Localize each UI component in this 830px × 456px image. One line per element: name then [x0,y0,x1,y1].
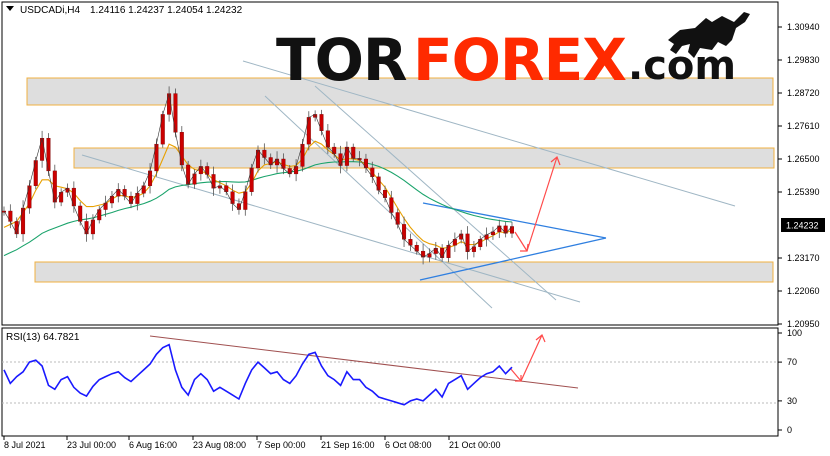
price-tick-label: 1.27610 [787,121,820,131]
candle-body [160,114,165,145]
rsi-tick-label: 100 [787,328,802,338]
price-tick-label: 1.25390 [787,187,820,197]
rsi-tick-label: 30 [787,396,797,406]
symbol-label: USDCADi,H4 [20,5,80,16]
time-tick-label: 21 Sep 16:00 [321,440,375,450]
time-tick-label: 6 Oct 08:00 [385,440,432,450]
time-tick-label: 23 Jul 00:00 [67,440,116,450]
candle-body [402,224,407,240]
candle-body [27,185,32,209]
price-axis: 1.30940 1.29830 1.28720 1.27610 1.26500 1.253… [778,22,820,329]
time-tick-label: 8 Jul 2021 [4,440,46,450]
candle-body [148,170,153,186]
rsi-tick-label: 70 [787,357,797,367]
logo-com: .com [628,43,736,89]
support-zone-lower [34,261,774,283]
price-tick-label: 1.29830 [787,55,820,65]
time-tick-label: 6 Aug 16:00 [129,440,177,450]
time-tick-label: 21 Oct 00:00 [449,440,501,450]
time-tick-label: 23 Aug 08:00 [193,440,246,450]
rsi-label: RSI(13) 64.7821 [6,332,80,343]
price-tick-label: 1.23170 [787,253,820,263]
price-tick-label: 1.30940 [787,22,820,32]
price-tick-label: 1.26500 [787,154,820,164]
current-price-label: 1.24232 [786,221,819,231]
candle-body [33,160,38,186]
candle-body [52,170,57,203]
time-axis: 8 Jul 2021 23 Jul 00:00 6 Aug 16:00 23 Aug … [3,436,501,450]
time-tick-label: 7 Sep 00:00 [257,440,306,450]
candle-body [351,146,356,159]
candle-body [167,93,172,115]
rsi-tick-label: 0 [787,425,792,435]
candle-body [40,137,45,161]
candle-body [256,149,261,169]
candle-body [154,143,159,172]
rsi-axis: 100 70 30 0 [778,328,802,435]
candle-body [179,132,184,166]
price-tick-label: 1.22060 [787,286,820,296]
candle-body [249,167,254,192]
price-tick-label: 1.28720 [787,88,820,98]
logo-forex: FOREX [413,26,626,94]
candle-body [465,233,470,252]
ohlc-label: 1.24116 1.24237 1.24054 1.24232 [90,5,243,16]
chart: 1.30940 1.29830 1.28720 1.27610 1.26500 1.253… [1,1,825,450]
candle-body [186,164,191,185]
candle-body [325,130,330,148]
candle-body [389,197,394,213]
rsi-plot-frame [1,327,779,437]
logo-tor: TOR [276,26,407,94]
candle-body [338,153,343,166]
candle-body [46,137,51,172]
candle-body [21,207,26,235]
candle-body [211,174,216,189]
